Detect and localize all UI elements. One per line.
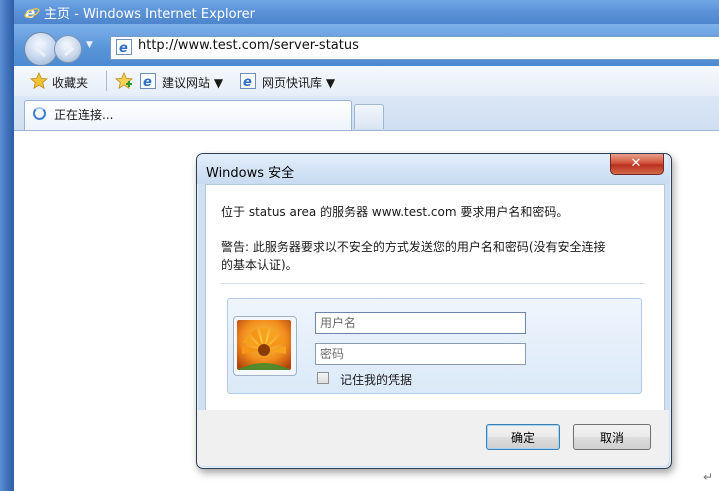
web-slice-gallery-icon: e [240, 73, 256, 89]
dialog-title: Windows 安全 [206, 166, 295, 181]
remember-credentials-checkbox[interactable] [317, 372, 329, 384]
window-title: 主页 - Windows Internet Explorer [44, 7, 255, 22]
remember-credentials-label[interactable]: 记住我的凭据 [340, 371, 412, 388]
auth-message: 位于 status area 的服务器 www.test.com 要求用户名和密… [221, 205, 569, 219]
close-icon[interactable]: ✕ [610, 154, 662, 174]
forward-arrow-icon [64, 41, 75, 57]
forward-button[interactable] [54, 35, 82, 63]
tab-label: 正在连接... [54, 108, 114, 122]
password-input[interactable] [315, 343, 526, 365]
svg-text:e: e [119, 41, 128, 55]
web-slice-gallery-link[interactable]: 网页快讯库 ▼ [262, 74, 335, 91]
return-mark: ↵ [703, 470, 714, 484]
suggested-sites-icon: e [140, 73, 156, 89]
user-avatar-flower-image [237, 320, 291, 370]
back-button[interactable] [24, 32, 58, 66]
cancel-button[interactable]: 取消 [573, 424, 651, 450]
add-favorite-icon[interactable] [115, 72, 133, 90]
svg-text:e: e [243, 75, 252, 89]
warning-message-line1: 警告: 此服务器要求以不安全的方式发送您的用户名和密码(没有安全连接 [221, 240, 606, 254]
new-tab-button[interactable] [354, 104, 384, 129]
ok-button[interactable]: 确定 [486, 424, 560, 450]
ie-icon: e [24, 4, 40, 20]
warning-message-line2: 的基本认证)。 [221, 258, 298, 272]
favorites-button[interactable]: 收藏夹 [52, 74, 88, 91]
favorites-star-icon[interactable] [30, 72, 48, 90]
window-frame-left [0, 0, 14, 491]
suggested-sites-link[interactable]: 建议网站 ▼ [162, 74, 223, 91]
history-dropdown-icon[interactable]: ▼ [86, 40, 98, 52]
back-arrow-icon [34, 40, 46, 58]
svg-text:e: e [143, 75, 152, 89]
favorites-separator [106, 71, 107, 91]
dialog-divider [221, 283, 645, 284]
address-url: http://www.test.com/server-status [138, 38, 359, 53]
page-icon: e [116, 39, 132, 55]
username-input[interactable] [315, 312, 526, 334]
loading-spinner-icon [33, 107, 46, 120]
